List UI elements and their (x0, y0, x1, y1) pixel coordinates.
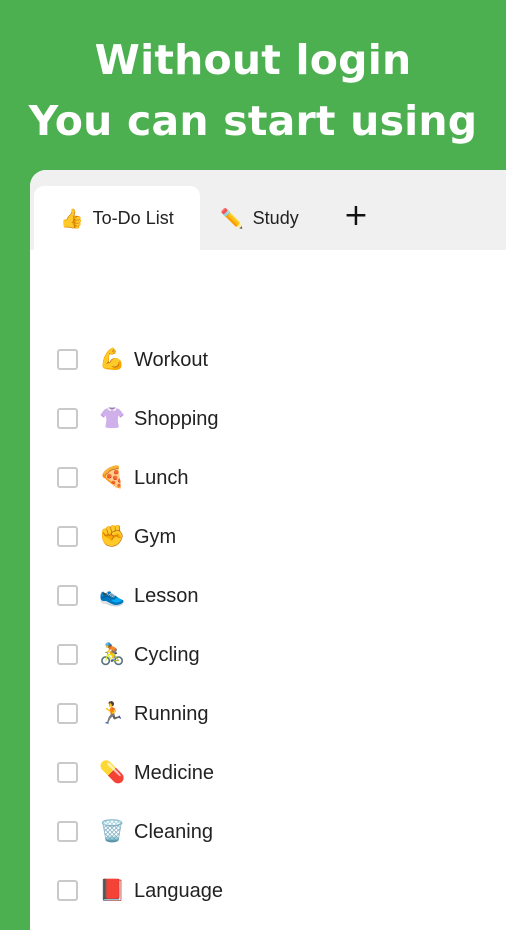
list-item[interactable]: 🚴 Cycling (30, 635, 506, 675)
add-tab-button[interactable]: + (340, 198, 372, 234)
list-item-label: Running (134, 703, 209, 725)
flexed-biceps-icon: 💪 (99, 347, 126, 371)
list-item-label: Language (134, 880, 223, 902)
checkbox[interactable] (57, 467, 78, 488)
list-item-label: Lesson (134, 585, 199, 607)
raised-fist-icon: ✊ (99, 524, 126, 548)
tab-label: To-Do List (92, 207, 174, 228)
checkbox[interactable] (57, 585, 78, 606)
checkbox[interactable] (57, 762, 78, 783)
list-item-label: Cycling (134, 644, 200, 666)
checkbox[interactable] (57, 349, 78, 370)
red-book-icon: 📕 (99, 878, 126, 902)
list-item[interactable]: 💪 Workout (30, 340, 506, 380)
checkbox[interactable] (57, 526, 78, 547)
list-item[interactable]: 🏃 Running (30, 694, 506, 734)
sneaker-icon: 👟 (99, 583, 126, 607)
checkbox[interactable] (57, 644, 78, 665)
list-item[interactable]: 🍕 Lunch (30, 458, 506, 498)
blouse-icon: 👚 (99, 406, 126, 430)
list-item-label: Medicine (134, 762, 215, 784)
checkbox[interactable] (57, 408, 78, 429)
checkbox[interactable] (57, 821, 78, 842)
list-item[interactable]: 💊 Medicine (30, 753, 506, 793)
headline-line-1: Without login (94, 36, 412, 84)
pill-icon: 💊 (99, 760, 126, 784)
list-item-label: Shopping (134, 408, 219, 430)
list-item[interactable]: ✊ Gym (30, 517, 506, 557)
promo-headline: Without login You can start using (0, 30, 506, 152)
thumbs-up-icon: 👍 (60, 207, 84, 230)
list-item-label: Lunch (134, 467, 189, 489)
headline-line-2: You can start using (28, 97, 478, 145)
checkbox[interactable] (57, 703, 78, 724)
list-item-label: Cleaning (134, 821, 213, 843)
list-item-label: Workout (134, 349, 209, 371)
tab-todo-list[interactable]: 👍 To-Do List (34, 186, 200, 250)
list-item[interactable]: 👚 Shopping (30, 399, 506, 439)
list-item[interactable]: 🗑️ Cleaning (30, 812, 506, 852)
cyclist-icon: 🚴 (99, 642, 126, 666)
runner-icon: 🏃 (99, 701, 126, 725)
pizza-icon: 🍕 (99, 465, 126, 489)
app-window: 👍 To-Do List ✏️ Study + 💪 Workout 👚 Shop… (30, 170, 506, 930)
tab-label: Study (252, 207, 299, 228)
list-item[interactable]: 👟 Lesson (30, 576, 506, 616)
tab-bar: 👍 To-Do List ✏️ Study + (30, 170, 506, 250)
pencil-icon: ✏️ (220, 207, 244, 230)
list-item-label: Gym (134, 526, 177, 548)
wastebasket-icon: 🗑️ (99, 819, 126, 843)
tab-study[interactable]: ✏️ Study (220, 186, 350, 250)
checkbox[interactable] (57, 880, 78, 901)
list-item[interactable]: 📕 Language (30, 871, 506, 911)
